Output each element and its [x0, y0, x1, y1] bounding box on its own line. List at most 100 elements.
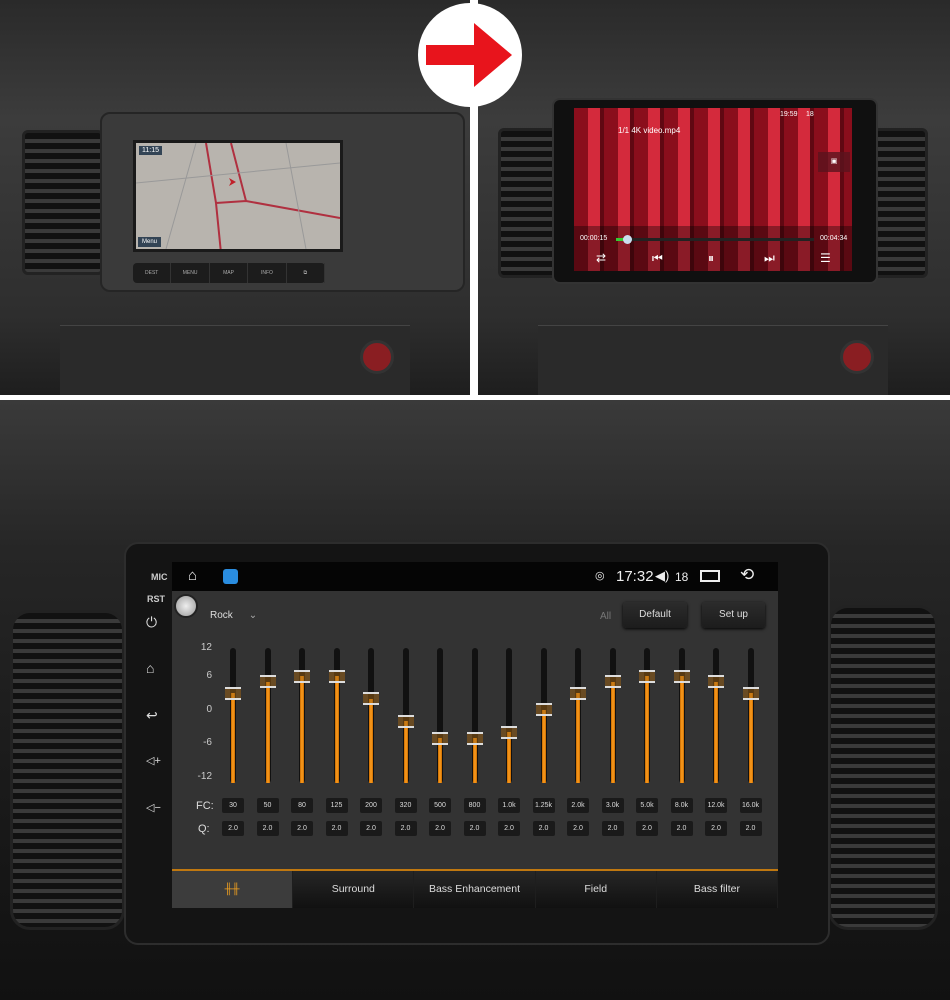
volume-up-icon[interactable]: ◁+ — [146, 754, 161, 767]
playlist-icon[interactable]: ☰ — [820, 251, 831, 265]
q-value[interactable]: 2.0 — [394, 821, 417, 836]
tab-surround[interactable]: Surround — [293, 871, 415, 908]
info-button[interactable]: INFO — [248, 263, 287, 283]
band-slider[interactable] — [570, 648, 586, 783]
slider-knob[interactable] — [225, 686, 241, 700]
slider-knob[interactable] — [742, 686, 759, 700]
slider-knob[interactable] — [535, 703, 552, 717]
band-slider[interactable] — [742, 648, 759, 783]
q-label: Q: — [198, 823, 210, 835]
band-slider[interactable] — [363, 648, 379, 783]
menu-button[interactable]: MENU — [171, 263, 210, 283]
q-value[interactable]: 2.0 — [601, 821, 624, 836]
slider-knob[interactable] — [363, 692, 379, 706]
fc-value[interactable]: 500 — [429, 798, 451, 813]
fc-value[interactable]: 16.0k — [739, 798, 762, 813]
q-value[interactable]: 2.0 — [325, 821, 348, 836]
slider-knob[interactable] — [708, 675, 724, 689]
band-slider[interactable] — [501, 648, 517, 783]
fc-value[interactable]: 1.0k — [498, 798, 520, 813]
q-value[interactable]: 2.0 — [532, 821, 555, 836]
eq-app-icon[interactable] — [223, 569, 238, 584]
pause-icon[interactable]: ⏸ — [708, 251, 714, 266]
slider-knob[interactable] — [432, 731, 448, 745]
band-slider[interactable] — [535, 648, 552, 783]
reset-button[interactable]: RST — [147, 594, 165, 604]
floating-ball-button[interactable] — [174, 594, 198, 618]
band-slider[interactable] — [259, 648, 276, 783]
q-value[interactable]: 2.0 — [463, 821, 486, 836]
fc-value[interactable]: 8.0k — [670, 798, 693, 813]
band-slider[interactable] — [294, 648, 310, 783]
band-slider[interactable] — [673, 648, 690, 783]
all-toggle[interactable]: All — [600, 611, 611, 622]
camera-button[interactable]: ⧉ — [287, 263, 326, 283]
band-slider[interactable] — [328, 648, 345, 783]
home-icon[interactable]: ⌂ — [146, 660, 154, 676]
q-value[interactable]: 2.0 — [222, 821, 244, 836]
fc-value[interactable]: 5.0k — [636, 798, 658, 813]
power-icon[interactable]: ⏻ — [146, 614, 157, 631]
q-value[interactable]: 2.0 — [256, 821, 279, 836]
fc-value[interactable]: 12.0k — [705, 798, 727, 813]
tab-bass-filter[interactable]: Bass filter — [657, 871, 778, 908]
tab-equalizer[interactable]: ╫╫ — [172, 871, 294, 908]
fc-value[interactable]: 3.0k — [601, 798, 624, 813]
slider-knob[interactable] — [328, 669, 345, 683]
fc-value[interactable]: 200 — [360, 798, 382, 813]
fc-value[interactable]: 800 — [463, 798, 486, 813]
q-value[interactable]: 2.0 — [291, 821, 313, 836]
band-slider[interactable] — [466, 648, 483, 783]
band-slider[interactable] — [639, 648, 655, 783]
fc-value[interactable]: 30 — [222, 798, 244, 813]
band-slider[interactable] — [432, 648, 448, 783]
recent-apps-icon[interactable] — [700, 570, 720, 582]
fc-value[interactable]: 50 — [256, 798, 279, 813]
slider-knob[interactable] — [604, 675, 621, 689]
default-button[interactable]: Default — [623, 602, 687, 628]
nav-menu-button[interactable]: Menu — [138, 237, 162, 247]
slider-knob[interactable] — [673, 669, 690, 683]
next-icon[interactable]: ⏭ — [764, 251, 775, 266]
preset-dropdown[interactable]: Rock ⌄ — [210, 610, 257, 621]
slider-knob[interactable] — [397, 714, 414, 728]
fc-value[interactable]: 80 — [291, 798, 313, 813]
fc-value[interactable]: 1.25k — [532, 798, 555, 813]
q-value[interactable]: 2.0 — [636, 821, 658, 836]
fc-value[interactable]: 2.0k — [567, 798, 589, 813]
q-value[interactable]: 2.0 — [670, 821, 693, 836]
q-value[interactable]: 2.0 — [498, 821, 520, 836]
q-value[interactable]: 2.0 — [739, 821, 762, 836]
band-slider[interactable] — [708, 648, 724, 783]
slider-knob[interactable] — [501, 725, 517, 739]
tab-field[interactable]: Field — [536, 871, 657, 908]
map-button[interactable]: MAP — [210, 263, 249, 283]
navigation-map: 11:15 Menu — [133, 140, 343, 252]
setup-button[interactable]: Set up — [702, 602, 765, 628]
slider-knob[interactable] — [259, 675, 276, 689]
band-slider[interactable] — [604, 648, 621, 783]
q-value[interactable]: 2.0 — [567, 821, 589, 836]
q-value[interactable]: 2.0 — [360, 821, 382, 836]
slider-knob[interactable] — [294, 669, 310, 683]
home-icon[interactable]: ⌂ — [188, 567, 197, 584]
repeat-icon[interactable]: ⇄ — [596, 251, 606, 265]
slider-knob[interactable] — [639, 669, 655, 683]
back-icon[interactable]: ↩ — [146, 707, 158, 724]
dest-button[interactable]: DEST — [133, 263, 172, 283]
q-value[interactable]: 2.0 — [705, 821, 727, 836]
fc-value[interactable]: 125 — [325, 798, 348, 813]
slider-knob[interactable] — [570, 686, 586, 700]
volume-down-icon[interactable]: ◁− — [146, 801, 161, 814]
tab-bass-enhancement[interactable]: Bass Enhancement — [414, 871, 536, 908]
fc-value[interactable]: 320 — [394, 798, 417, 813]
status-time: 17:32 — [616, 568, 654, 585]
seek-bar[interactable] — [616, 235, 814, 244]
back-icon[interactable]: ⟲ — [740, 565, 754, 585]
pip-button[interactable]: ▣ — [818, 152, 850, 172]
band-slider[interactable] — [397, 648, 414, 783]
q-value[interactable]: 2.0 — [429, 821, 451, 836]
previous-icon[interactable]: ⏮ — [652, 251, 663, 266]
band-slider[interactable] — [225, 648, 241, 783]
slider-knob[interactable] — [466, 731, 483, 745]
